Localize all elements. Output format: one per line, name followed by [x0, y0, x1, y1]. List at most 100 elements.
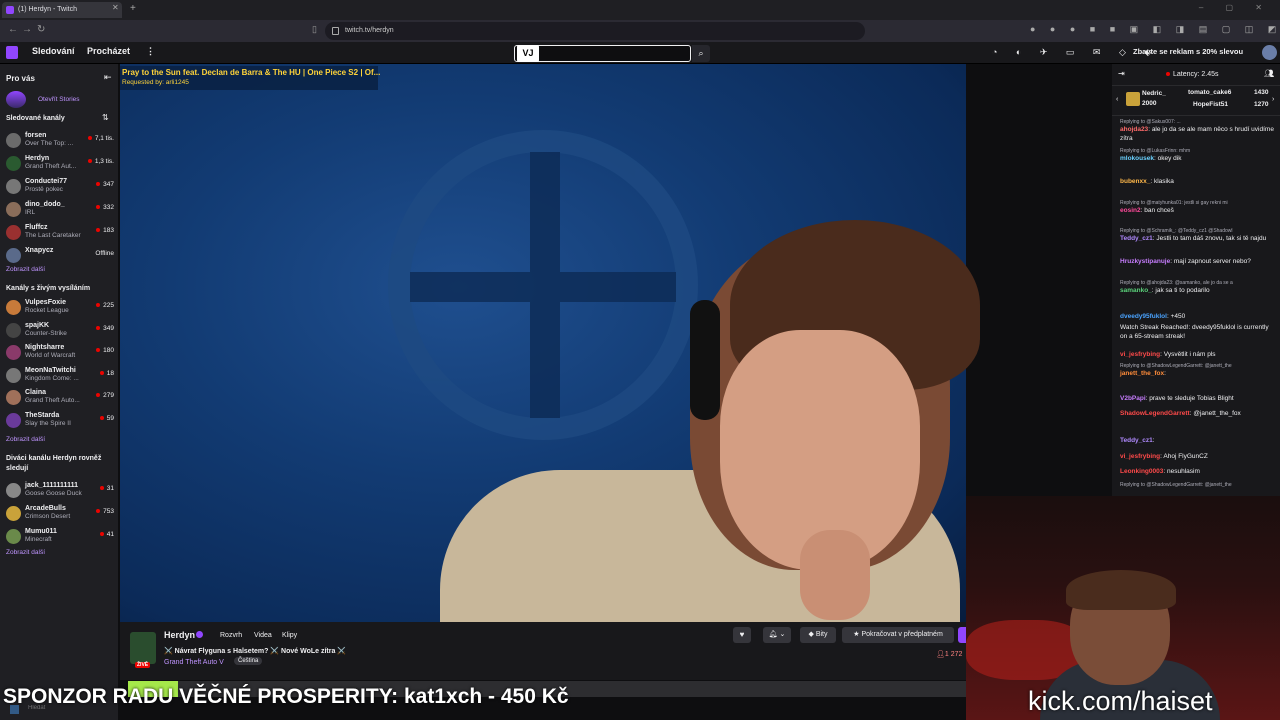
sidebar-channel-forsen[interactable]: forsen Over The Top: ... 7,1 tis. [4, 130, 116, 152]
url-field[interactable]: twitch.tv/herdyn [325, 22, 865, 40]
channel-avatar [6, 225, 21, 240]
reload-icon[interactable]: ↻ [37, 24, 45, 35]
sidebar-channel-dino_dodo_[interactable]: dino_dodo_ IRL 332 [4, 199, 116, 221]
language-tag[interactable]: Čeština [234, 657, 263, 665]
collapse-chat-icon[interactable]: ⇥ [1118, 69, 1125, 78]
sidebar-channel-meonnatwitchi[interactable]: MeonNaTwitchi Kingdom Come: ... 18 [4, 365, 116, 387]
bookmark-icon[interactable]: ▯ [312, 24, 317, 35]
chat-message[interactable]: Teddy_cz1: Jestli to tam dáš znovu, tak … [1120, 235, 1275, 244]
chat-message[interactable]: Teddy_cz1: [1120, 437, 1275, 446]
tab-clips[interactable]: Klipy [282, 632, 297, 639]
channel-category: Grand Theft Auto... [25, 397, 80, 404]
chat-message[interactable]: dveedy95fuklol: +450 [1120, 313, 1275, 322]
chat-message[interactable]: mlokousek: okey dik [1120, 155, 1275, 164]
channel-avatar [6, 202, 21, 217]
search-badge: VJ [517, 45, 539, 62]
chat-message[interactable]: ShadowLegendGarrett: @janett_the_fox [1120, 410, 1275, 419]
sidebar-channel-fluffcz[interactable]: Fluffcz The Last Caretaker 183 [4, 222, 116, 244]
chat-username[interactable]: ShadowLegendGarrett [1120, 410, 1190, 417]
chat-text: mají zapnout server nebo? [1173, 258, 1251, 265]
notification-button[interactable]: 🔔︎ ⌄ [763, 627, 791, 643]
sidebar-channel-conductei77[interactable]: Conductei77 Prostě pokec 347 [4, 176, 116, 198]
search-input[interactable] [514, 45, 691, 62]
sidebar-channel-nightsharre[interactable]: Nightsharre World of Warcraft 180 [4, 342, 116, 364]
channel-category: Goose Goose Duck [25, 490, 82, 497]
chat-username[interactable]: mlokousek [1120, 155, 1154, 162]
channel-avatar[interactable]: ŽIVĚ [130, 632, 156, 668]
show-more-live[interactable]: Zobrazit další [6, 436, 45, 443]
sidebar-channel-vulpesfoxie[interactable]: VulpesFoxie Rocket League 225 [4, 297, 116, 319]
bits-button[interactable]: ◆ Bity [800, 627, 836, 643]
gift-sub-button[interactable] [958, 627, 966, 643]
game-link[interactable]: Grand Theft Auto V [164, 659, 224, 666]
next-icon[interactable]: › [1272, 96, 1274, 103]
channel-name[interactable]: Herdyn [164, 630, 195, 640]
close-tab-icon[interactable]: ✕ [112, 3, 119, 12]
chat-username[interactable]: bubenxx_ [1120, 178, 1150, 185]
channel-name: MeonNaTwitchi [25, 366, 76, 374]
following-link[interactable]: Sledování [32, 46, 75, 56]
stories-avatar[interactable] [6, 91, 26, 108]
chat-message[interactable]: ahojda23: ale jo da se ale mam něco s hr… [1120, 126, 1275, 143]
sidebar-channel-spajkk[interactable]: spajKK Counter-Strike 349 [4, 320, 116, 342]
sidebar-channel-arcadebulls[interactable]: ArcadeBulls Crimson Desert 753 [4, 503, 116, 525]
sidebar-channel-xnapycz[interactable]: Xnapycz Offline [4, 245, 116, 267]
browse-link[interactable]: Procházet [87, 46, 130, 56]
collapse-sidebar-icon[interactable]: ⇤ [104, 72, 112, 83]
search-button[interactable]: ⌕ [692, 45, 710, 62]
chat-message[interactable]: samanko_: jak sa ti to podarilo [1120, 287, 1275, 296]
channel-name: Conductei77 [25, 178, 68, 185]
chat-users-icon[interactable]: 👥︎ [1264, 69, 1274, 78]
sidebar-channel-jack_1111111111[interactable]: jack_1111111111 Goose Goose Duck 31 [4, 480, 116, 502]
back-icon[interactable]: ← [8, 24, 18, 35]
sort-icon[interactable]: ⇅ [102, 113, 109, 122]
follow-heart-button[interactable]: ♥ [733, 627, 751, 643]
browser-tab[interactable]: (1) Herdyn - Twitch [2, 2, 122, 18]
chat-username[interactable]: ahojda23 [1120, 126, 1148, 133]
new-tab-icon[interactable]: + [130, 3, 136, 14]
open-stories-link[interactable]: Otevřít Stories [38, 96, 80, 103]
chat-username[interactable]: janett_the_fox [1120, 370, 1164, 377]
chat-reply-context: Replying to @Schramik_: @Teddy_cz1 @Shad… [1120, 228, 1233, 234]
tab-videos[interactable]: Videa [254, 632, 272, 639]
extension-icons[interactable]: ● ● ● ■ ■ ▣ ◧ ◨ ▤ ▢ ◫ ◩ ≡ [1030, 24, 1280, 35]
chat-message[interactable]: bubenxx_: klasika [1120, 178, 1275, 187]
ad-free-promo[interactable]: Zbavte se reklam s 20% slevou [1133, 47, 1243, 56]
chat-username[interactable]: vi_jesfrybing [1120, 453, 1160, 460]
chat-username[interactable]: V2bPapi [1120, 395, 1146, 402]
more-menu-icon[interactable]: ⋮ [146, 46, 155, 57]
chat-message[interactable]: V2bPapi: prave te sleduje Tobias Blight [1120, 395, 1275, 404]
subscribe-button[interactable]: ★ Pokračovat v předplatném [842, 627, 954, 643]
channel-name: Mumu011 [25, 528, 57, 535]
tab-schedule[interactable]: Rozvrh [220, 632, 242, 639]
chat-username[interactable]: Hruzkystipanuje [1120, 258, 1170, 265]
chat-username[interactable]: samanko_ [1120, 287, 1152, 294]
chat-message[interactable]: janett_the_fox: [1120, 370, 1275, 379]
chat-username[interactable]: vi_jesfrybing [1120, 351, 1160, 358]
channel-category: Prostě pokec [25, 186, 63, 193]
chat-message[interactable]: Watch Streak Reached!: dveedy95fuklol is… [1120, 324, 1275, 341]
window-controls[interactable]: – ▢ ✕ [1199, 3, 1272, 12]
sidebar-channel-claina[interactable]: Claina Grand Theft Auto... 279 [4, 387, 116, 409]
chat-message[interactable]: Hruzkystipanuje: mají zapnout server neb… [1120, 258, 1275, 267]
show-more-also[interactable]: Zobrazit další [6, 549, 45, 556]
sidebar-channel-thestarda[interactable]: TheStarda Slay the Spire II 59 [4, 410, 116, 432]
chat-message[interactable]: vi_jesfrybing: Vysvětlit i nám pls [1120, 351, 1275, 360]
chat-username[interactable]: Teddy_cz1 [1120, 235, 1153, 242]
channel-avatar [6, 367, 21, 383]
chat-message[interactable]: eosin2: ban chceš [1120, 207, 1275, 216]
sidebar-channel-herdyn[interactable]: Herdyn Grand Theft Aut... 1,3 tis. [4, 153, 116, 175]
show-more-followed[interactable]: Zobrazit další [6, 266, 45, 273]
chat-username[interactable]: eosin2 [1120, 207, 1141, 214]
chat-message[interactable]: vi_jesfrybing: Ahoj FlyGunCZ [1120, 453, 1275, 462]
chat-username[interactable]: Teddy_cz1 [1120, 437, 1153, 444]
sidebar-channel-mumu011[interactable]: Mumu011 Minecraft 41 [4, 526, 116, 548]
chat-message[interactable]: Leonking0003: nesuhlasim [1120, 468, 1275, 477]
chat-username[interactable]: Leonking0003 [1120, 468, 1163, 475]
twitch-logo-icon[interactable] [6, 46, 18, 59]
chat-username[interactable]: dveedy95fuklol [1120, 313, 1167, 320]
forward-icon[interactable]: → [22, 24, 32, 35]
chat-reply-context: Replying to @ahojda23: @samanko, ale jo … [1120, 280, 1233, 286]
user-avatar[interactable] [1262, 45, 1277, 60]
prev-icon[interactable]: ‹ [1116, 96, 1118, 103]
